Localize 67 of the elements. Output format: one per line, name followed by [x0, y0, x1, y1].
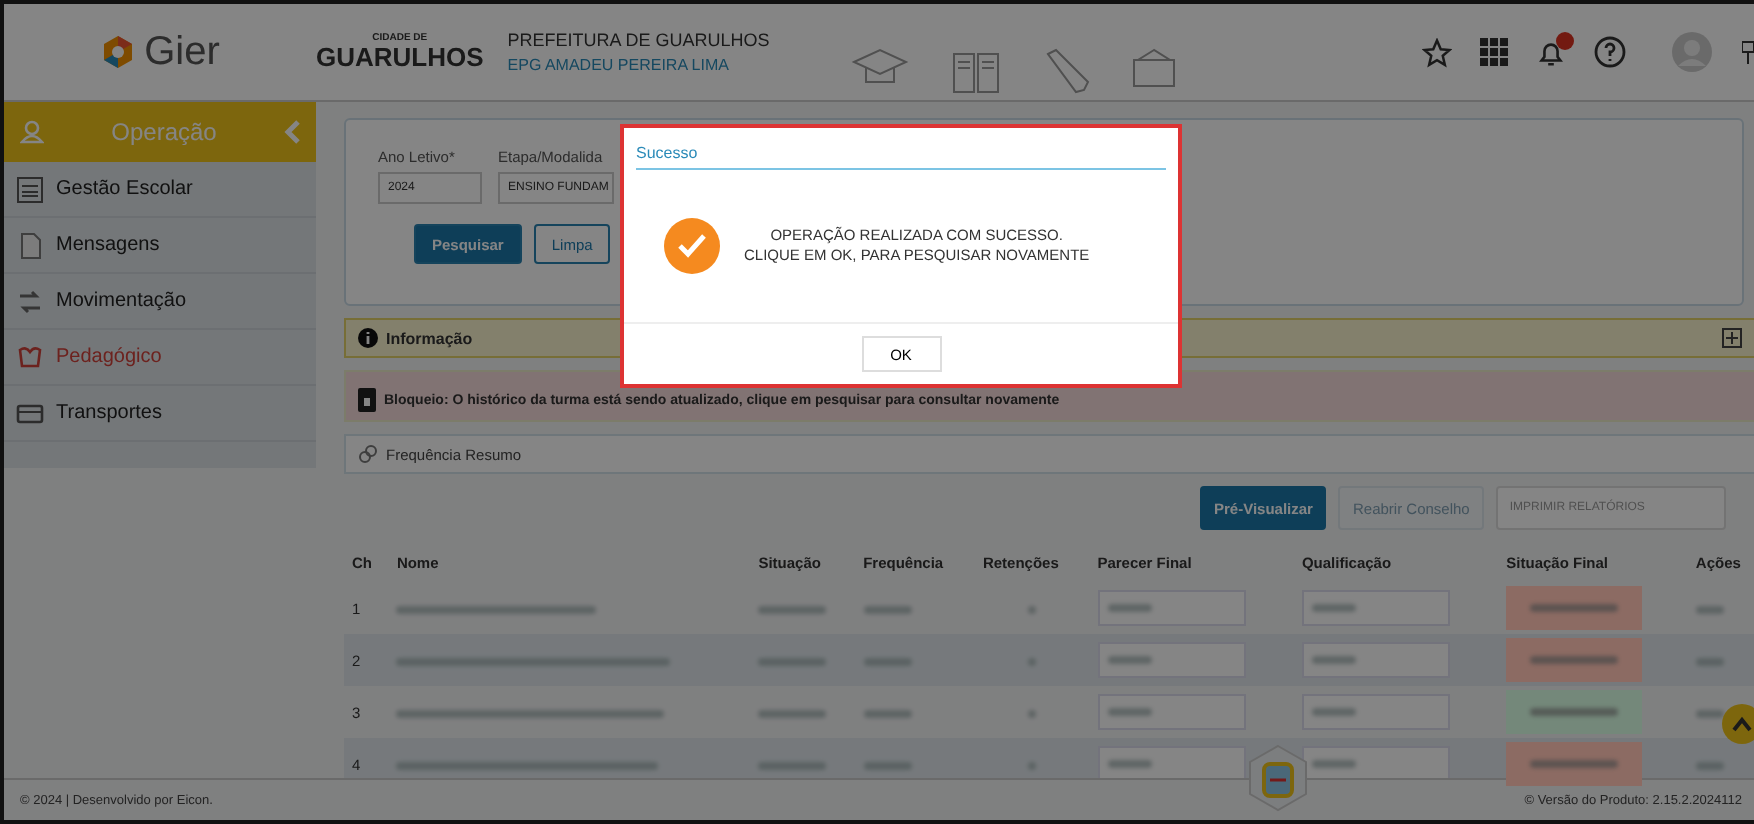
redacted-text: [1530, 604, 1619, 612]
info-icon: [358, 328, 378, 348]
arrows-icon: [16, 287, 44, 315]
redacted-text: [863, 761, 912, 770]
user-icon: [20, 120, 44, 144]
apps-grid-icon[interactable]: [1480, 38, 1508, 66]
document-icon: [16, 231, 44, 259]
panel-title: Informação: [386, 329, 473, 347]
chevron-up-icon: [1732, 716, 1752, 732]
redacted-text: [1695, 709, 1724, 718]
graduation-cap-icon[interactable]: [849, 48, 910, 88]
network-icon[interactable]: [1742, 38, 1754, 66]
redacted-text: [1311, 604, 1356, 612]
input-field[interactable]: [1097, 694, 1246, 730]
redacted-text: [1107, 708, 1152, 716]
grid-icon: [16, 175, 44, 203]
redacted-text: [1530, 656, 1619, 664]
redacted-text: [1028, 709, 1037, 718]
scroll-up-button[interactable]: [1722, 704, 1754, 744]
input-field[interactable]: [1097, 590, 1246, 626]
redacted-text: [758, 657, 827, 666]
redacted-text: [1311, 760, 1356, 768]
redacted-text: [1695, 605, 1724, 614]
sidebar-item[interactable]: Movimentação: [4, 274, 316, 330]
redacted-text: [1311, 656, 1356, 664]
city-logo-text: GUARULHOS: [316, 44, 484, 70]
expand-icon[interactable]: [1722, 328, 1742, 348]
book-icon[interactable]: [949, 48, 1002, 96]
input-field[interactable]: [1301, 642, 1450, 678]
logo-icon: [100, 34, 137, 70]
sidebar-item[interactable]: Pedagógico: [4, 330, 316, 386]
sidebar-title: Operação: [109, 118, 219, 146]
lock-icon: [358, 388, 376, 412]
redacted-text: [1028, 605, 1037, 614]
star-icon[interactable]: [1422, 37, 1452, 67]
check-icon: [664, 218, 720, 274]
redacted-text: [1695, 761, 1724, 770]
redacted-text: [1107, 760, 1152, 768]
redacted-text: [758, 605, 827, 614]
redacted-text: [1107, 604, 1152, 612]
redacted-text: [1530, 760, 1619, 768]
avatar-icon[interactable]: [1670, 30, 1714, 74]
school-name: EPG AMADEU PEREIRA LIMA: [507, 53, 731, 76]
redacted-text: [758, 709, 827, 718]
redacted-text: [863, 657, 912, 666]
help-icon[interactable]: [1594, 36, 1626, 68]
pencil-icon[interactable]: [1041, 48, 1090, 96]
redacted-text: [1695, 657, 1724, 666]
redacted-text: [758, 761, 827, 770]
sidebar-item[interactable]: Gestão Escolar: [4, 162, 316, 218]
input-field[interactable]: [1301, 694, 1450, 730]
link-icon: [358, 444, 378, 464]
organization-name: PREFEITURA DE GUARULHOS: [507, 28, 770, 54]
dialog-title: Sucesso: [636, 144, 1166, 170]
sidebar-item[interactable]: Transportes: [4, 386, 316, 442]
redacted-text: [863, 605, 912, 614]
collapse-icon[interactable]: [284, 120, 300, 144]
redacted-text: [1530, 708, 1619, 716]
redacted-text: [1311, 708, 1356, 716]
input-field[interactable]: [1301, 590, 1450, 626]
bus-icon: [16, 399, 44, 427]
sidebar-item[interactable]: Mensagens: [4, 218, 316, 274]
redacted-text: [863, 709, 912, 718]
app-logo-text: Gier: [144, 29, 220, 75]
chalkboard-icon[interactable]: [1129, 48, 1178, 88]
input-field[interactable]: [1097, 642, 1246, 678]
redacted-text: [1107, 656, 1152, 664]
